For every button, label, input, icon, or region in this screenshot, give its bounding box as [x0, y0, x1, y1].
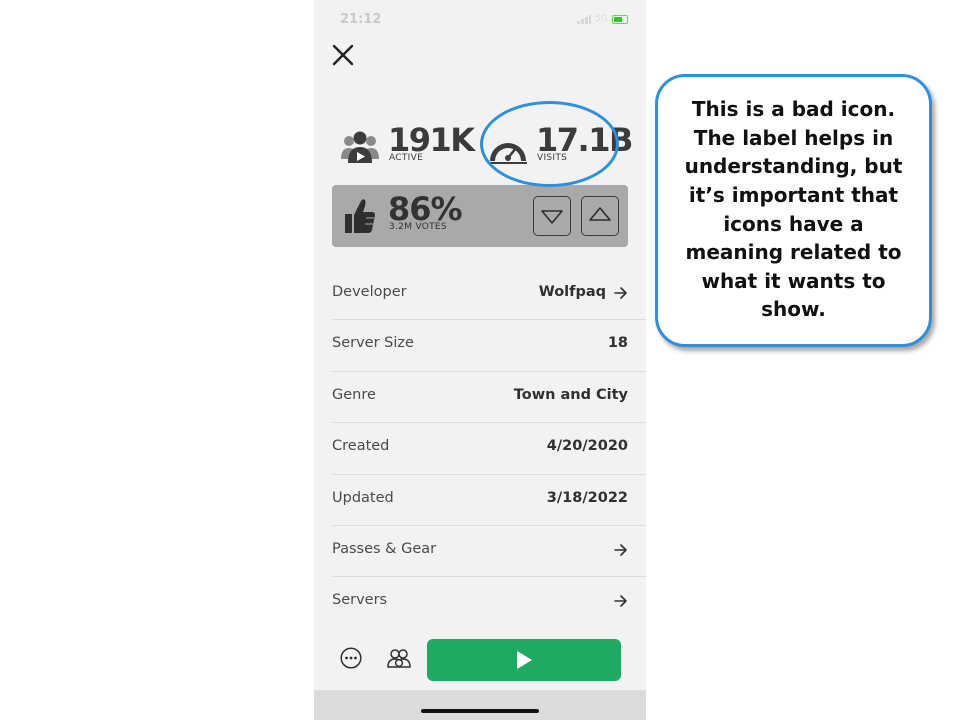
detail-row-passes-gear[interactable]: Passes & Gear [332, 526, 646, 578]
close-icon [332, 44, 354, 66]
detail-row-developer[interactable]: Developer Wolfpaq [332, 269, 646, 321]
play-button[interactable] [427, 639, 621, 681]
highlight-circle-annotation [480, 101, 619, 187]
detail-label: Servers [332, 592, 388, 609]
users-play-icon [341, 131, 379, 163]
detail-label: Genre [332, 386, 376, 403]
vote-panel: 86% 3.2M VOTES [332, 185, 628, 247]
details-list: Developer Wolfpaq Server Size 18 Genre T… [332, 269, 646, 629]
status-icons: 5G [577, 14, 628, 24]
detail-row-created: Created 4/20/2020 [332, 423, 646, 475]
vote-count: 3.2M VOTES [389, 222, 447, 232]
bottom-action-bar [314, 632, 646, 690]
thumbs-down-button[interactable] [533, 196, 571, 236]
arrow-right-icon [614, 595, 627, 608]
status-bar: 21:12 5G [314, 0, 646, 40]
arrow-right-icon [614, 544, 627, 556]
status-time: 21:12 [340, 12, 382, 27]
active-stat: 191K ACTIVE [340, 120, 475, 170]
vote-percent: 86% [388, 190, 463, 228]
thumbs-up-vote-icon [589, 207, 611, 221]
detail-value: 3/18/2022 [546, 489, 628, 506]
detail-label: Created [332, 438, 390, 455]
thumbs-up-icon [345, 199, 375, 233]
callout-text: This is a bad icon. The label helps in u… [684, 97, 903, 322]
home-indicator[interactable] [421, 709, 539, 713]
thumbs-down-icon [541, 210, 563, 224]
detail-label: Developer [332, 284, 407, 300]
detail-label: Updated [332, 489, 394, 506]
detail-row-genre: Genre Town and City [332, 372, 646, 424]
arrow-right-icon [614, 287, 627, 299]
battery-icon [612, 14, 628, 24]
more-button[interactable] [340, 647, 362, 669]
play-icon [517, 651, 532, 669]
detail-row-server-size: Server Size 18 [332, 320, 646, 372]
detail-row-servers[interactable]: Servers [332, 577, 646, 628]
friends-button[interactable] [387, 647, 411, 669]
detail-row-updated: Updated 3/18/2022 [332, 475, 646, 526]
annotation-callout: This is a bad icon. The label helps in u… [655, 74, 932, 347]
network-label: 5G [595, 14, 608, 24]
friends-icon [387, 649, 411, 668]
thumbs-up-button[interactable] [581, 196, 619, 236]
detail-value: 4/20/2020 [546, 438, 628, 455]
phone-screen: 21:12 5G 191K ACTIVE 17.1B VISITS 86% 3.… [314, 0, 646, 720]
home-indicator-area [314, 690, 646, 720]
more-icon [340, 647, 362, 669]
detail-value: Wolfpaq [538, 284, 606, 300]
active-label: ACTIVE [389, 153, 424, 163]
detail-value: Town and City [513, 386, 628, 403]
detail-label: Passes & Gear [332, 540, 437, 557]
detail-value: 18 [607, 335, 628, 352]
detail-label: Server Size [332, 335, 414, 352]
close-button[interactable] [330, 42, 356, 68]
signal-icon [577, 14, 592, 24]
